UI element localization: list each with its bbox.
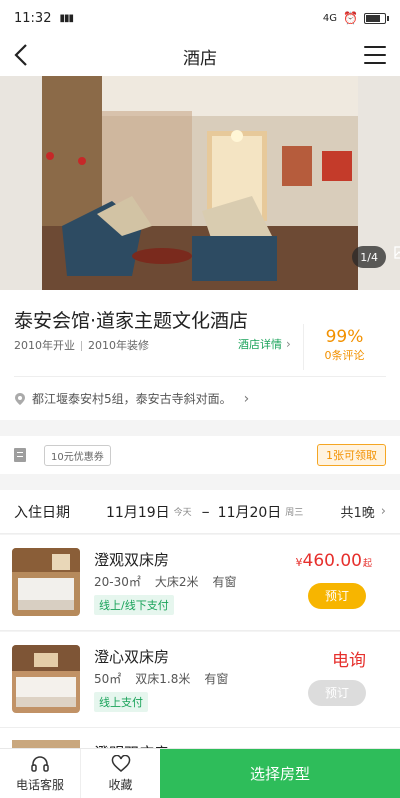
checkin-weekday: 今天	[173, 508, 192, 518]
photo-counter[interactable]: 1/4	[352, 246, 400, 268]
phone-service-label: 电话客服	[15, 778, 64, 792]
book-button-disabled[interactable]: 预订	[308, 680, 366, 706]
price-currency: ¥	[295, 556, 303, 569]
page-title: 酒店	[183, 48, 217, 69]
alarm-icon: ⏰	[343, 11, 358, 25]
chevron-right-icon: ›	[380, 504, 386, 519]
room-photo	[12, 645, 80, 713]
review-count: 0条评论	[324, 349, 365, 362]
hotel-room-image	[42, 76, 358, 290]
nav-bar: 酒店	[0, 36, 400, 76]
status-bar: 11:32 ▮▮▮ 4G ⏰	[0, 0, 400, 36]
coupon-row[interactable]: 10元优惠券 1张可领取	[0, 436, 400, 474]
checkout-weekday: 周三	[285, 508, 304, 518]
checkout-date: 11月20日	[217, 504, 282, 521]
room-item[interactable]: 澄心双床房 50㎡ 双床1.8米 有窗 线上支付 电询 预订	[0, 632, 400, 728]
room-bed: 大床2米	[154, 575, 199, 589]
heart-icon	[111, 755, 130, 772]
hotel-name: 泰安会馆·道家主题文化酒店	[14, 310, 249, 332]
rating-box[interactable]: 99% 0条评论	[303, 324, 385, 370]
headset-icon	[31, 756, 49, 772]
stay-date-bar[interactable]: 入住日期 11月19日 今天 – 11月20日 周三 共1晚 ›	[0, 490, 400, 534]
hotel-details-label: 酒店详情	[238, 338, 282, 351]
price-value: 460.00	[302, 551, 362, 571]
room-area: 50㎡	[94, 672, 122, 686]
room-specs: 50㎡ 双床1.8米 有窗	[94, 670, 228, 687]
date-separator: –	[201, 502, 210, 521]
favorite-label: 收藏	[108, 778, 133, 792]
price-suffix: 起	[362, 559, 372, 569]
room-area: 20-30㎡	[94, 575, 141, 589]
coupon-tag: 10元优惠券	[44, 444, 111, 466]
coupon-claim-button[interactable]: 1张可领取	[317, 444, 386, 466]
menu-icon	[364, 46, 386, 48]
payment-tag: 线上支付	[94, 692, 148, 712]
location-pin-icon	[15, 392, 25, 405]
hotel-years: 2010年开业 2010年装修	[14, 337, 149, 353]
battery-fill	[366, 14, 381, 22]
book-button[interactable]: 预订	[308, 583, 366, 609]
chevron-right-icon: ›	[286, 337, 291, 351]
room-window: 有窗	[212, 575, 237, 589]
menu-button[interactable]	[364, 46, 386, 64]
phone-service-button[interactable]: 电话客服	[0, 749, 80, 798]
renovated-year: 2010年装修	[88, 339, 149, 352]
address-text: 都江堰泰安村5组，泰安古寺斜对面。	[32, 392, 232, 406]
battery-icon	[364, 12, 389, 24]
room-price: ¥460.00起	[296, 551, 373, 571]
checkin-date: 11月19日	[106, 504, 170, 521]
nights-count: 共1晚 ›	[341, 502, 386, 521]
room-item[interactable]: 澄观双床房 20-30㎡ 大床2米 有窗 线上/线下支付 ¥460.00起 预订	[0, 535, 400, 631]
favorite-button[interactable]: 收藏	[80, 749, 160, 798]
checkin-label: 入住日期	[14, 504, 70, 521]
bottom-action-bar: 电话客服 收藏 选择房型	[0, 748, 400, 798]
nights-text: 共1晚	[340, 506, 375, 521]
payment-tag: 线上/线下支付	[94, 595, 174, 615]
photo-counter-text: 1/4	[360, 250, 378, 264]
hotel-photo[interactable]: 1/4	[0, 76, 400, 290]
hotel-info-card: 泰安会馆·道家主题文化酒店 2010年开业 2010年装修 酒店详情 › 99% …	[0, 290, 400, 420]
room-specs: 20-30㎡ 大床2米 有窗	[94, 573, 237, 590]
image-icon	[394, 246, 400, 259]
room-bed: 双床1.8米	[135, 672, 191, 686]
back-button[interactable]	[12, 42, 38, 70]
divider	[14, 376, 386, 377]
price-inquiry: 电询	[332, 651, 366, 671]
select-room-button[interactable]: 选择房型	[160, 749, 400, 798]
hotel-address[interactable]: 都江堰泰安村5组，泰安古寺斜对面。 ›	[14, 390, 249, 407]
room-photo	[12, 548, 80, 616]
room-window: 有窗	[204, 672, 229, 686]
opened-year: 2010年开业	[14, 339, 75, 352]
room-name: 澄心双床房	[94, 648, 170, 666]
coupon-icon	[14, 448, 26, 462]
network-label: 4G	[322, 12, 338, 24]
chevron-right-icon: ›	[243, 390, 250, 407]
rating-percent: 99%	[325, 327, 364, 347]
signal-icon: ▮▮▮	[59, 12, 73, 24]
hotel-details-link[interactable]: 酒店详情 ›	[238, 336, 291, 352]
room-name: 澄观双床房	[94, 551, 170, 569]
status-time: 11:32	[14, 10, 52, 26]
chevron-left-icon	[14, 44, 27, 66]
